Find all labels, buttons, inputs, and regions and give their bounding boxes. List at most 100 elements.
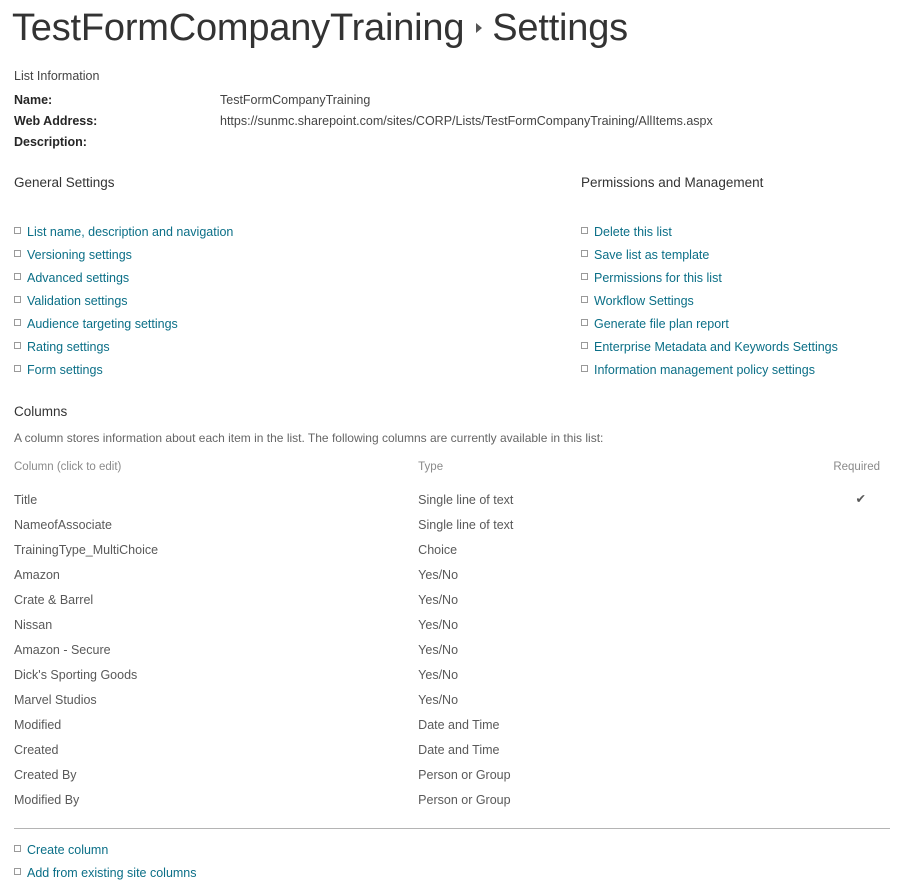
column-name-cell[interactable]: NameofAssociate bbox=[14, 512, 418, 537]
general-settings-item-versioning[interactable]: Versioning settings bbox=[14, 243, 554, 266]
column-required-cell bbox=[778, 637, 890, 662]
link-form-settings[interactable]: Form settings bbox=[27, 362, 103, 378]
table-row[interactable]: Amazon Yes/No bbox=[14, 562, 890, 587]
list-info-label-name: Name: bbox=[14, 93, 53, 107]
link-validation-settings[interactable]: Validation settings bbox=[27, 293, 128, 309]
link-rating-settings[interactable]: Rating settings bbox=[27, 339, 110, 355]
column-required-cell bbox=[778, 737, 890, 762]
general-settings-heading: General Settings bbox=[14, 175, 115, 190]
columns-table-body: Title Single line of text ✔ NameofAssoci… bbox=[14, 487, 890, 812]
permissions-management-column: Permissions and Management Delete this l… bbox=[581, 175, 891, 381]
permissions-item-workflow[interactable]: Workflow Settings bbox=[581, 289, 891, 312]
general-settings-item-rating[interactable]: Rating settings bbox=[14, 335, 554, 358]
permissions-item-file-plan-report[interactable]: Generate file plan report bbox=[581, 312, 891, 335]
bullet-square-icon bbox=[581, 365, 588, 372]
column-type-cell: Single line of text bbox=[418, 517, 514, 532]
bullet-square-icon bbox=[581, 319, 588, 326]
list-info-value-description bbox=[220, 132, 713, 153]
link-create-column[interactable]: Create column bbox=[27, 842, 108, 858]
link-list-name-description-navigation[interactable]: List name, description and navigation bbox=[27, 224, 233, 240]
permissions-item-delete-list[interactable]: Delete this list bbox=[581, 220, 891, 243]
permissions-management-link-list: Delete this list Save list as template P… bbox=[581, 220, 891, 381]
column-type-cell: Date and Time bbox=[418, 742, 500, 757]
table-row[interactable]: Created By Person or Group bbox=[14, 762, 890, 787]
general-settings-item-validation[interactable]: Validation settings bbox=[14, 289, 554, 312]
bullet-square-icon bbox=[14, 365, 21, 372]
column-name-cell[interactable]: Crate & Barrel bbox=[14, 587, 418, 612]
permissions-item-save-as-template[interactable]: Save list as template bbox=[581, 243, 891, 266]
link-delete-this-list[interactable]: Delete this list bbox=[594, 224, 672, 240]
columns-table-header-row: Column (click to edit) Type Required bbox=[14, 461, 890, 487]
table-row[interactable]: TrainingType_MultiChoice Choice bbox=[14, 537, 890, 562]
permissions-management-heading: Permissions and Management bbox=[581, 175, 764, 190]
table-row[interactable]: Amazon - Secure Yes/No bbox=[14, 637, 890, 662]
table-row[interactable]: NameofAssociate Single line of text bbox=[14, 512, 890, 537]
table-row[interactable]: Modified By Person or Group bbox=[14, 787, 890, 812]
footer-item-add-existing-site-columns[interactable]: Add from existing site columns bbox=[14, 861, 901, 884]
column-name-cell[interactable]: Marvel Studios bbox=[14, 687, 418, 712]
column-header-required: Required bbox=[833, 461, 880, 473]
bullet-square-icon bbox=[14, 342, 21, 349]
column-type-cell: Yes/No bbox=[418, 617, 459, 632]
column-name-cell[interactable]: Modified By bbox=[14, 787, 418, 812]
column-name-cell[interactable]: Title bbox=[14, 487, 418, 512]
link-information-management-policy-settings[interactable]: Information management policy settings bbox=[594, 362, 815, 378]
column-type-cell: Choice bbox=[418, 542, 458, 557]
column-name-cell[interactable]: Created By bbox=[14, 762, 418, 787]
bullet-square-icon bbox=[14, 845, 21, 852]
column-name-cell[interactable]: Created bbox=[14, 737, 418, 762]
column-name-cell[interactable]: Nissan bbox=[14, 612, 418, 637]
column-required-cell: ✔ bbox=[855, 492, 866, 507]
link-add-from-existing-site-columns[interactable]: Add from existing site columns bbox=[27, 865, 197, 881]
link-versioning-settings[interactable]: Versioning settings bbox=[27, 247, 132, 263]
column-name-cell[interactable]: Amazon bbox=[14, 562, 418, 587]
table-row[interactable]: Marvel Studios Yes/No bbox=[14, 687, 890, 712]
general-settings-item-list-name[interactable]: List name, description and navigation bbox=[14, 220, 554, 243]
bullet-square-icon bbox=[581, 250, 588, 257]
column-required-cell bbox=[778, 712, 890, 737]
column-type-cell: Single line of text bbox=[418, 492, 514, 507]
permissions-item-info-mgmt-policy[interactable]: Information management policy settings bbox=[581, 358, 891, 381]
column-type-cell: Date and Time bbox=[418, 717, 500, 732]
table-row[interactable]: Modified Date and Time bbox=[14, 712, 890, 737]
column-name-cell[interactable]: Modified bbox=[14, 712, 418, 737]
columns-section: Columns A column stores information abou… bbox=[0, 404, 901, 884]
link-permissions-for-this-list[interactable]: Permissions for this list bbox=[594, 270, 722, 286]
list-info-row-name: Name: TestFormCompanyTraining bbox=[14, 90, 713, 111]
column-type-cell: Person or Group bbox=[418, 792, 511, 807]
bullet-square-icon bbox=[14, 319, 21, 326]
link-workflow-settings[interactable]: Workflow Settings bbox=[594, 293, 694, 309]
link-enterprise-metadata-keywords-settings[interactable]: Enterprise Metadata and Keywords Setting… bbox=[594, 339, 838, 355]
table-row[interactable]: Created Date and Time bbox=[14, 737, 890, 762]
list-info-value-name: TestFormCompanyTraining bbox=[220, 93, 371, 107]
bullet-square-icon bbox=[581, 227, 588, 234]
breadcrumb: TestFormCompanyTraining Settings bbox=[12, 4, 901, 52]
list-info-row-description: Description: bbox=[14, 132, 713, 153]
permissions-item-permissions[interactable]: Permissions for this list bbox=[581, 266, 891, 289]
list-info-value-web-address: https://sunmc.sharepoint.com/sites/CORP/… bbox=[220, 114, 713, 128]
footer-item-create-column[interactable]: Create column bbox=[14, 838, 901, 861]
list-information-table: Name: TestFormCompanyTraining Web Addres… bbox=[14, 90, 713, 153]
breadcrumb-site-title[interactable]: TestFormCompanyTraining bbox=[12, 4, 464, 52]
link-audience-targeting-settings[interactable]: Audience targeting settings bbox=[27, 316, 178, 332]
column-required-cell bbox=[778, 687, 890, 712]
table-row[interactable]: Dick's Sporting Goods Yes/No bbox=[14, 662, 890, 687]
columns-footer-links: Create column Add from existing site col… bbox=[14, 838, 901, 884]
general-settings-item-advanced[interactable]: Advanced settings bbox=[14, 266, 554, 289]
permissions-item-enterprise-metadata[interactable]: Enterprise Metadata and Keywords Setting… bbox=[581, 335, 891, 358]
link-save-list-as-template[interactable]: Save list as template bbox=[594, 247, 709, 263]
column-name-cell[interactable]: Dick's Sporting Goods bbox=[14, 662, 418, 687]
column-required-cell bbox=[778, 512, 890, 537]
link-advanced-settings[interactable]: Advanced settings bbox=[27, 270, 129, 286]
list-information-label: List Information bbox=[14, 69, 100, 83]
link-generate-file-plan-report[interactable]: Generate file plan report bbox=[594, 316, 729, 332]
table-row[interactable]: Nissan Yes/No bbox=[14, 612, 890, 637]
general-settings-item-form[interactable]: Form settings bbox=[14, 358, 554, 381]
column-name-cell[interactable]: Amazon - Secure bbox=[14, 637, 418, 662]
table-row[interactable]: Crate & Barrel Yes/No bbox=[14, 587, 890, 612]
general-settings-item-audience-targeting[interactable]: Audience targeting settings bbox=[14, 312, 554, 335]
table-row[interactable]: Title Single line of text ✔ bbox=[14, 487, 890, 512]
column-name-cell[interactable]: TrainingType_MultiChoice bbox=[14, 537, 418, 562]
column-required-cell bbox=[778, 762, 890, 787]
columns-heading: Columns bbox=[14, 404, 68, 419]
